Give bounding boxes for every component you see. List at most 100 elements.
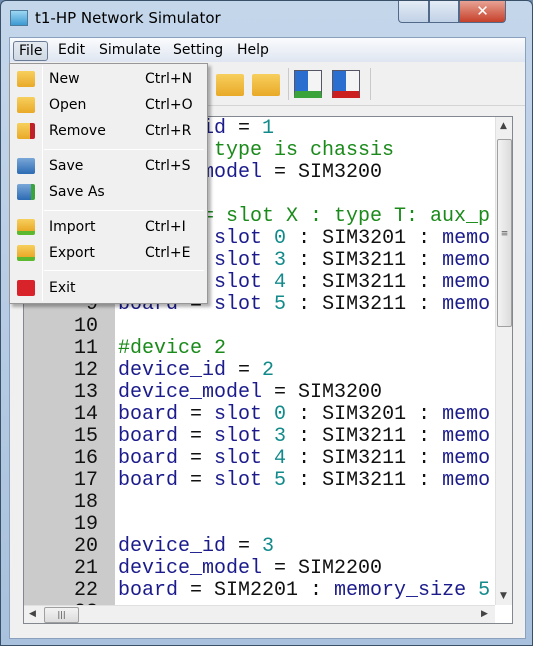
export-icon[interactable] (252, 74, 280, 96)
menu-help[interactable]: Help (232, 41, 274, 59)
menu-edit[interactable]: Edit (53, 41, 90, 59)
menu-item-open[interactable]: Open Ctrl+O (12, 93, 206, 117)
menu-item-label: Import (49, 219, 96, 235)
line-number: 19 (73, 513, 98, 536)
vertical-scroll-thumb[interactable]: ≡ (497, 139, 512, 327)
code-token: device_model (118, 381, 263, 404)
folder-icon (17, 97, 35, 113)
menu-item-label: Save As (49, 184, 105, 200)
code-token: memo (442, 469, 491, 492)
menu-item-exit[interactable]: Exit (12, 276, 206, 300)
code-token: : SIM3211 : (286, 249, 443, 272)
start-simulation-icon[interactable] (294, 70, 322, 98)
menu-item-save-as[interactable]: Save As (12, 180, 206, 204)
stop-simulation-icon[interactable] (332, 70, 360, 98)
menu-file[interactable]: File (13, 41, 49, 61)
code-token: 0 (274, 227, 287, 250)
code-token: = (178, 403, 215, 426)
code-token: 3 (274, 249, 287, 272)
code-token: 4 (274, 271, 287, 294)
code-line: 21 device_model = SIM2200 (24, 557, 382, 580)
code-line: 12 device_id = 2 (24, 360, 274, 382)
vertical-scrollbar[interactable]: ▲ ≡ ▼ (495, 117, 512, 605)
code-token: = (178, 447, 215, 470)
code-token: : SIM3211 : (286, 293, 443, 316)
code-token: memo (442, 403, 491, 426)
code-token: = SIM2201 : (178, 579, 335, 602)
menu-item-shortcut: Ctrl+N (145, 71, 193, 87)
line-text: board = slot 0 : SIM3201 : memo (118, 404, 490, 426)
line-text: device_model = SIM3200 (118, 382, 382, 404)
code-token: board (118, 579, 179, 602)
menu-item-import[interactable]: Import Ctrl+I (12, 215, 206, 239)
code-token: : SIM3211 : (286, 447, 443, 470)
code-token: board (118, 469, 179, 492)
menu-item-shortcut: Ctrl+E (145, 245, 191, 261)
window-title: t1-HP Network Simulator (35, 9, 221, 27)
code-token: slot (214, 271, 275, 294)
toolbar-separator (370, 68, 371, 100)
scroll-right-arrow-icon[interactable]: ▶ (481, 609, 488, 619)
menu-item-shortcut: Ctrl+S (145, 158, 191, 174)
code-token: board (118, 425, 179, 448)
menu-item-save[interactable]: Save Ctrl+S (12, 154, 206, 178)
folder-remove-icon (17, 123, 35, 139)
maximize-button[interactable] (429, 1, 459, 23)
code-token: = (226, 359, 263, 382)
code-line: 13 device_model = SIM3200 (24, 381, 382, 404)
code-token: memory_size (334, 579, 479, 602)
code-token: device_model (118, 557, 263, 580)
minimize-button[interactable] (398, 1, 429, 23)
code-token: 4 (274, 447, 287, 470)
code-line: 11 #device 2 (24, 338, 226, 360)
file-menu-dropdown: New Ctrl+N Open Ctrl+O Remove Ctrl+R Save Ct… (9, 63, 208, 304)
code-token: = SIM3200 (262, 161, 383, 184)
import-icon[interactable] (216, 74, 244, 96)
menu-setting[interactable]: Setting (168, 41, 228, 59)
code-line: 17 board = slot 5 : SIM3211 : memo (24, 469, 490, 492)
line-number: 14 (73, 403, 98, 426)
code-line: 19 (24, 514, 98, 536)
code-token: 5 (274, 293, 287, 316)
code-token: = (178, 425, 215, 448)
code-token: slot (214, 403, 275, 426)
menu-item-remove[interactable]: Remove Ctrl+R (12, 119, 206, 143)
code-token: board (118, 447, 179, 470)
horizontal-scroll-thumb[interactable]: ||| (44, 607, 79, 623)
menu-item-shortcut: Ctrl+R (145, 123, 192, 139)
line-number: 10 (73, 315, 98, 338)
code-line: 15 board = slot 3 : SIM3211 : memo (24, 425, 490, 448)
horizontal-scrollbar[interactable]: ◀ ||| ▶ (24, 605, 495, 623)
menu-separator (44, 210, 204, 211)
code-token: memo (442, 447, 491, 470)
menu-simulate[interactable]: Simulate (94, 41, 166, 59)
line-number: 13 (73, 381, 98, 404)
close-button[interactable]: ✕ (459, 1, 506, 23)
code-line: 10 (24, 316, 98, 338)
import-icon (17, 219, 35, 235)
line-number: 21 (73, 557, 98, 580)
scroll-left-arrow-icon[interactable]: ◀ (29, 609, 36, 619)
code-token: 5 (478, 579, 491, 602)
line-number: 22 (73, 579, 98, 602)
menu-item-new[interactable]: New Ctrl+N (12, 67, 206, 91)
app-icon (10, 10, 28, 26)
scroll-up-arrow-icon[interactable]: ▲ (500, 121, 507, 131)
exit-icon (17, 280, 35, 296)
code-token: memo (442, 271, 491, 294)
app-window: t1-HP Network Simulator ✕ File Edit Simu… (0, 0, 533, 646)
line-text: #device 2 (118, 338, 226, 360)
line-number: 15 (73, 425, 98, 448)
menu-item-label: Remove (49, 123, 106, 139)
code-token: #device 2 (118, 337, 227, 360)
menu-item-export[interactable]: Export Ctrl+E (12, 241, 206, 265)
line-text: device_id = 2 (118, 360, 274, 382)
code-line: 22 board = SIM2201 : memory_size 5 (24, 579, 490, 602)
menu-item-label: Save (49, 158, 84, 174)
menu-item-shortcut: Ctrl+O (145, 97, 193, 113)
line-number: 16 (73, 447, 98, 470)
line-number: 17 (73, 469, 98, 492)
code-token: = SIM3200 (262, 381, 383, 404)
code-token: = (226, 117, 263, 140)
scroll-down-arrow-icon[interactable]: ▼ (500, 591, 507, 601)
